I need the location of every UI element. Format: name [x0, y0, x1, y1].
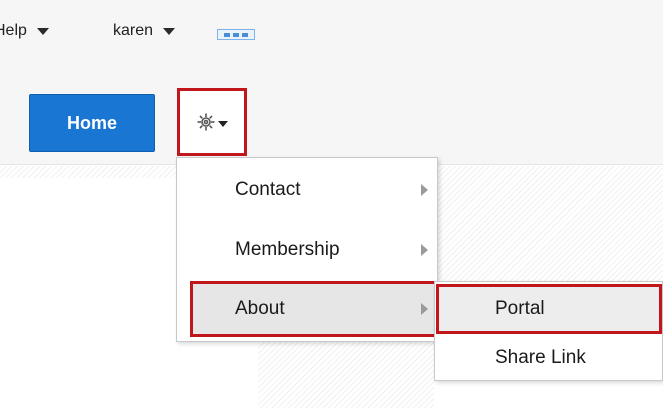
menu-item-label: Membership — [235, 239, 340, 260]
chevron-right-icon — [421, 244, 428, 256]
hatch-panel — [438, 166, 663, 281]
more-dots-icon[interactable] — [217, 29, 255, 40]
home-button[interactable]: Home — [29, 94, 155, 152]
menu-item-about[interactable]: About — [190, 281, 438, 337]
caret-down-icon — [163, 27, 176, 35]
chevron-right-icon — [421, 303, 428, 315]
help-label: Help — [0, 22, 27, 39]
menu-item-label: Contact — [235, 179, 301, 200]
submenu-item-portal[interactable]: Portal — [436, 284, 662, 334]
settings-menu-button[interactable] — [177, 88, 247, 156]
chevron-down-icon — [218, 121, 228, 127]
hatch-panel — [258, 342, 434, 408]
submenu-item-label: Portal — [495, 298, 545, 319]
menu-item-membership[interactable]: Membership — [177, 222, 437, 278]
caret-down-icon — [36, 27, 49, 35]
help-menu[interactable]: Help — [0, 22, 49, 40]
hatch-strip — [0, 166, 176, 178]
header-bar: Help karen Home — [0, 0, 663, 165]
settings-dropdown-menu: Contact Membership About — [176, 157, 438, 342]
submenu-item-share-link[interactable]: Share Link — [435, 333, 662, 383]
menu-item-contact[interactable]: Contact — [177, 162, 437, 218]
submenu-item-label: Share Link — [495, 347, 586, 368]
user-menu[interactable]: karen — [113, 22, 176, 40]
user-label: karen — [113, 22, 154, 39]
about-submenu: Portal Share Link — [434, 281, 663, 381]
menu-item-label: About — [235, 298, 285, 319]
chevron-right-icon — [421, 184, 428, 196]
gear-icon — [197, 113, 215, 131]
